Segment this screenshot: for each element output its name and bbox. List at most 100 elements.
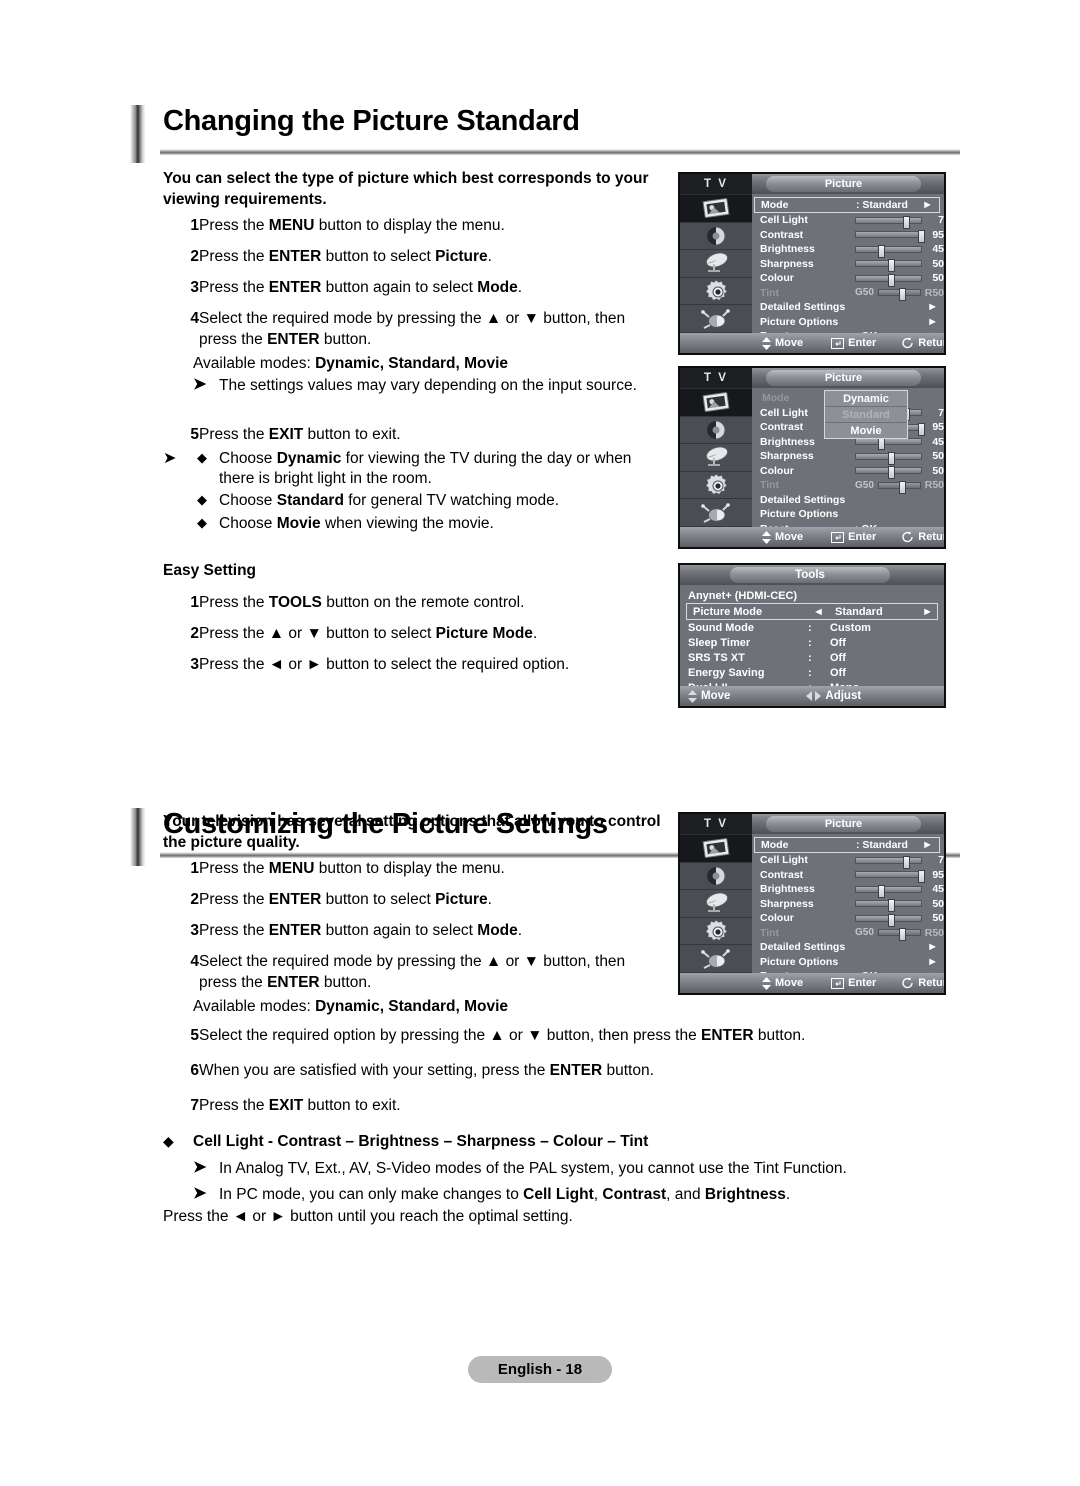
osd-row-picture-options[interactable]: Picture Options — [752, 507, 944, 522]
return-icon — [902, 531, 913, 543]
hint-label: Return — [918, 531, 944, 543]
osd-row-brightness[interactable]: Brightness 45 — [752, 242, 944, 258]
section-1-steps-cont: 5 Press the EXIT button to exit. ➤ ◆ Cho… — [163, 425, 663, 536]
chevron-right-icon: ► — [927, 315, 938, 328]
osd-row-sharpness[interactable]: Sharpness 50 — [752, 449, 944, 465]
osd-row-cell-light[interactable]: Cell Light 7 — [752, 853, 944, 869]
diamond-icon: ◆ — [197, 450, 207, 466]
osd-row-contrast[interactable]: Contrast 95 — [752, 228, 944, 244]
tint-right-label: R50 — [924, 286, 944, 299]
slider-track[interactable] — [855, 870, 925, 884]
bullet-text: Choose Standard for general TV watching … — [219, 492, 560, 510]
slider-track[interactable] — [855, 244, 922, 258]
sidebar-item-sound[interactable] — [680, 223, 752, 251]
tools-row-srs-ts-xt[interactable]: SRS TS XT : Off — [680, 650, 944, 665]
slider-track — [877, 928, 921, 942]
osd-row-sharpness[interactable]: Sharpness 50 — [752, 257, 944, 273]
osd-hint-bar: Move Enter Return — [680, 527, 944, 547]
sidebar-item-channel[interactable] — [680, 250, 752, 278]
hint-move: Move — [762, 976, 803, 990]
hint-label: Return — [918, 977, 944, 989]
sidebar-item-sound[interactable] — [680, 417, 752, 445]
step-text: Press the EXIT button to exit. — [199, 1097, 401, 1115]
section-2-intro: Your television has several setting opti… — [163, 813, 661, 852]
slider-track[interactable] — [855, 437, 922, 451]
slider-track[interactable] — [855, 899, 922, 913]
dropdown-option-standard[interactable]: Standard — [825, 407, 907, 423]
trailing-text: Press the ◄ or ► button until you reach … — [163, 1207, 573, 1225]
osd-row-colour[interactable]: Colour 50 — [752, 464, 944, 480]
osd-row-sharpness[interactable]: Sharpness 50 — [752, 897, 944, 913]
osd-row-cell-light[interactable]: Cell Light 7 — [752, 213, 944, 229]
sidebar-item-channel[interactable] — [680, 890, 752, 918]
slider-track[interactable] — [855, 259, 922, 273]
chevron-left-icon[interactable]: ◄ — [813, 606, 835, 618]
sidebar-item-setup[interactable] — [680, 918, 752, 946]
row-label: Tint — [760, 479, 780, 492]
step-text: Press the ENTER button again to select M… — [199, 279, 523, 297]
tools-row-picture-mode[interactable]: Picture Mode ◄ Standard ► — [686, 603, 938, 620]
dropdown-option-movie[interactable]: Movie — [825, 423, 907, 438]
tools-row-sound-mode[interactable]: Sound Mode : Custom — [680, 620, 944, 635]
row-label: Anynet+ (HDMI-CEC) — [688, 589, 798, 602]
tools-row-energy-saving[interactable]: Energy Saving : Off — [680, 665, 944, 680]
page-footer: English - 18 — [0, 1356, 1080, 1383]
osd-row-detailed-settings[interactable]: Detailed Settings — [752, 493, 944, 508]
osd-picture-menu-3[interactable]: T V Picture Mode: Standard ► Cell Light… — [678, 812, 946, 995]
dropdown-option-dynamic[interactable]: Dynamic — [825, 391, 907, 407]
sidebar-item-setup[interactable] — [680, 472, 752, 500]
osd-row-picture-options[interactable]: Picture Options ► — [752, 955, 944, 970]
setup-icon — [705, 279, 728, 301]
osd-row-brightness[interactable]: Brightness 45 — [752, 882, 944, 898]
row-value: 50 — [932, 272, 944, 285]
slider-track[interactable] — [855, 230, 925, 244]
osd-row-picture-options[interactable]: Picture Options ► — [752, 315, 944, 330]
osd-row-mode[interactable]: Mode : Standard ► — [754, 197, 940, 213]
osd-row-colour[interactable]: Colour 50 — [752, 911, 944, 927]
slider-track[interactable] — [855, 884, 922, 898]
sidebar-item-picture[interactable] — [680, 195, 752, 223]
osd-picture-menu-2[interactable]: T V Picture Mode Cell Light 7 Contrast 9… — [678, 366, 946, 549]
sidebar-item-input[interactable] — [680, 499, 752, 527]
osd-row-colour[interactable]: Colour 50 — [752, 271, 944, 287]
slider-track[interactable] — [855, 855, 922, 869]
sidebar-item-setup[interactable] — [680, 278, 752, 306]
slider-track — [877, 288, 921, 302]
sidebar-item-input[interactable] — [680, 945, 752, 973]
osd-row-contrast[interactable]: Contrast 95 — [752, 868, 944, 884]
osd-row-detailed-settings[interactable]: Detailed Settings ► — [752, 940, 944, 955]
step-text: Press the TOOLS button on the remote con… — [199, 594, 525, 611]
hint-label: Enter — [848, 977, 877, 989]
slider-track[interactable] — [855, 451, 922, 465]
row-label: Cell Light — [760, 854, 808, 867]
hint-move: Move — [762, 336, 803, 350]
sidebar-item-channel[interactable] — [680, 444, 752, 472]
row-label: Sharpness — [760, 897, 814, 910]
channel-icon — [705, 252, 729, 273]
step-number: 3 — [190, 279, 199, 297]
osd-row-mode[interactable]: Mode : Standard ► — [754, 837, 940, 853]
tools-row-sleep-timer[interactable]: Sleep Timer : Off — [680, 635, 944, 650]
step-item: 3 Press the ◄ or ► button to select the … — [163, 655, 663, 675]
slider-track[interactable] — [855, 273, 922, 287]
sidebar-item-picture[interactable] — [680, 389, 752, 417]
sidebar-item-input[interactable] — [680, 305, 752, 333]
slider-track[interactable] — [855, 466, 922, 480]
sidebar-item-sound[interactable] — [680, 863, 752, 891]
slider-track[interactable] — [855, 215, 922, 229]
note-item: ➤ The settings values may vary depending… — [193, 376, 663, 396]
tools-row-anynet[interactable]: Anynet+ (HDMI-CEC) — [680, 588, 944, 603]
tools-menu[interactable]: Tools Anynet+ (HDMI-CEC) Picture Mode ◄ … — [678, 563, 946, 708]
slider-track[interactable] — [855, 913, 922, 927]
row-value: 45 — [932, 883, 944, 896]
sidebar-item-picture[interactable] — [680, 835, 752, 863]
chevron-right-icon[interactable]: ► — [922, 606, 933, 618]
row-separator: : — [808, 636, 812, 649]
enter-icon — [831, 977, 845, 989]
osd-picture-menu-1[interactable]: T V Picture Mode: Standard ► Cell Light… — [678, 172, 946, 355]
row-value: Custom — [830, 621, 871, 634]
hint-label: Return — [918, 337, 944, 349]
step-text: Press the ◄ or ► button to select the re… — [199, 656, 570, 674]
mode-dropdown[interactable]: Dynamic Standard Movie — [824, 390, 908, 439]
osd-row-detailed-settings[interactable]: Detailed Settings ► — [752, 300, 944, 315]
